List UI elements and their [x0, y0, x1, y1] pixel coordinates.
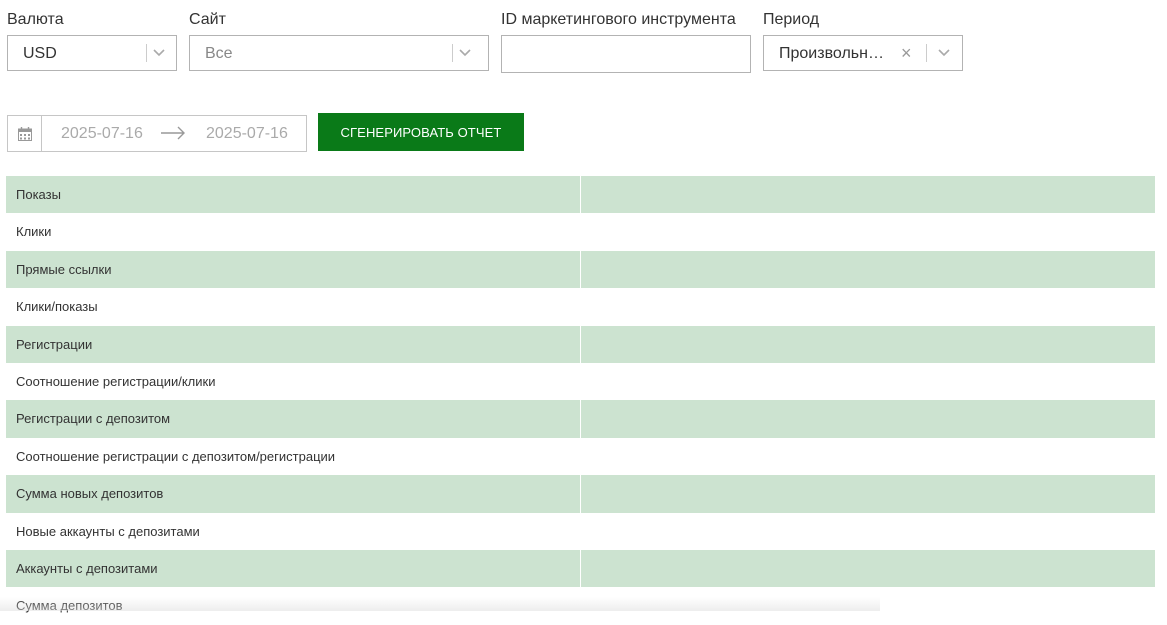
calendar-icon: [18, 127, 32, 141]
select-separator: [146, 44, 147, 62]
clear-icon[interactable]: ×: [901, 43, 912, 63]
row-label: Сумма депозитов: [16, 598, 123, 614]
report-table: Показы Клики Прямые ссылки Клики/показы Реги…: [6, 176, 1155, 625]
table-row: Аккаунты с депозитами: [6, 549, 1155, 588]
arrow-right-icon: [160, 126, 186, 145]
chevron-down-icon[interactable]: [459, 49, 471, 57]
end-date-input[interactable]: 2025-07-16: [206, 116, 288, 151]
row-label: Клики/показы: [16, 299, 98, 315]
select-separator: [452, 44, 453, 62]
table-row: Прямые ссылки: [6, 250, 1155, 289]
period-select[interactable]: Произвольн… ×: [763, 35, 963, 71]
row-label: Новые аккаунты с депозитами: [16, 523, 200, 539]
column-divider: [580, 400, 581, 438]
marketing-id-input[interactable]: [501, 35, 751, 73]
calendar-button[interactable]: [8, 116, 42, 151]
table-row: Регистрации: [6, 325, 1155, 363]
table-row: Клики: [6, 213, 1155, 250]
row-label: Соотношение регистрации/клики: [16, 373, 216, 389]
row-label: Сумма новых депозитов: [16, 486, 164, 502]
generate-report-button[interactable]: СГЕНЕРИРОВАТЬ ОТЧЕТ: [318, 113, 524, 151]
select-separator: [926, 44, 927, 62]
table-row: Сумма новых депозитов: [6, 475, 1155, 513]
row-label: Регистрации с депозитом: [16, 411, 171, 427]
row-label: Показы: [16, 187, 61, 202]
column-divider: [580, 250, 581, 289]
table-row: Новые аккаунты с депозитами: [6, 513, 1155, 550]
column-divider: [580, 325, 581, 363]
row-label: Соотношение регистрации с депозитом/реги…: [16, 448, 336, 464]
currency-select[interactable]: USD: [7, 35, 177, 71]
column-divider: [580, 475, 581, 513]
row-label: Аккаунты с депозитами: [16, 560, 158, 576]
period-field: Период Произвольн… ×: [763, 10, 963, 71]
table-row: Клики/показы: [6, 288, 1155, 325]
site-label: Сайт: [189, 11, 226, 28]
table-row: Соотношение регистрации/клики: [6, 363, 1155, 400]
date-range-picker[interactable]: 2025-07-16 2025-07-16: [7, 115, 307, 152]
table-row: Регистрации с депозитом: [6, 400, 1155, 438]
site-field: Сайт Все: [189, 10, 489, 71]
currency-label: Валюта: [7, 11, 64, 28]
site-select[interactable]: Все: [189, 35, 489, 71]
marketing-id-field: ID маркетингового инструмента: [501, 10, 751, 73]
chevron-down-icon[interactable]: [938, 49, 950, 57]
currency-value: USD: [23, 45, 57, 62]
table-row: Соотношение регистрации с депозитом/реги…: [6, 438, 1155, 475]
chevron-down-icon[interactable]: [153, 49, 165, 57]
table-row: Сумма депозитов: [6, 587, 1155, 624]
row-label: Прямые ссылки: [16, 261, 112, 277]
row-label: Регистрации: [16, 336, 93, 352]
currency-field: Валюта USD: [7, 10, 177, 71]
period-value: Произвольн…: [779, 45, 884, 62]
row-label: Клики: [16, 224, 52, 240]
column-divider: [580, 176, 581, 214]
marketing-id-label: ID маркетингового инструмента: [501, 11, 736, 28]
site-value: Все: [205, 45, 233, 62]
period-label: Период: [763, 11, 820, 28]
table-row: Показы: [6, 176, 1155, 214]
column-divider: [580, 549, 581, 588]
start-date-input[interactable]: 2025-07-16: [61, 116, 143, 151]
